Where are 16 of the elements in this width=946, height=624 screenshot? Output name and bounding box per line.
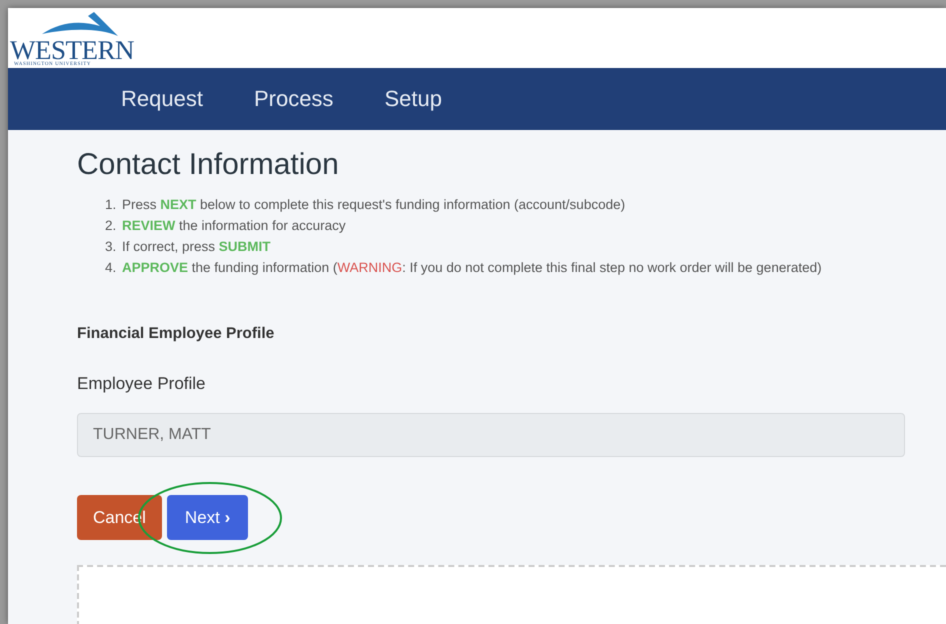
step-number: 2. xyxy=(105,217,118,235)
nav-item[interactable]: Process xyxy=(254,86,334,112)
logo-wordmark: WESTERN xyxy=(10,38,134,62)
step-text: Press NEXT below to complete this request's funding information (account/subcode) xyxy=(122,196,626,214)
next-button[interactable]: Next › xyxy=(166,495,248,540)
step-text: APPROVE the funding information (WARNING: If you do not complete this final step no work order will be generated) xyxy=(122,259,822,277)
step-text: If correct, press SUBMIT xyxy=(122,238,271,256)
step-number: 1. xyxy=(105,196,118,214)
step-number: 4. xyxy=(105,259,118,277)
field-label: Employee Profile xyxy=(77,374,207,394)
step-text: REVIEW the information for accuracy xyxy=(122,217,346,235)
nav-item[interactable]: Request xyxy=(121,86,203,112)
page-title: Contact Information xyxy=(77,148,340,182)
section-heading: Financial Employee Profile xyxy=(77,325,276,343)
nav-item[interactable]: Setup xyxy=(384,86,442,112)
step-number: 3. xyxy=(105,238,118,256)
